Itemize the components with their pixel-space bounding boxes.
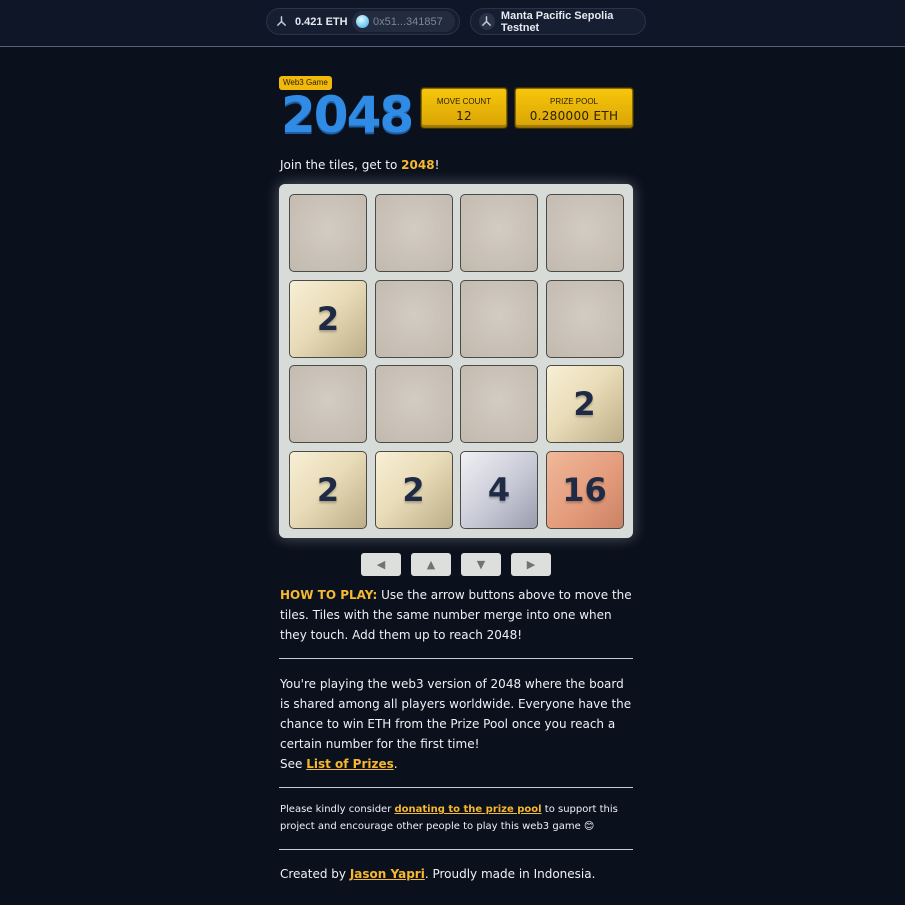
tile-empty bbox=[374, 279, 453, 358]
move-count-value: 12 bbox=[456, 109, 472, 123]
tile-2: 2 bbox=[289, 450, 367, 529]
footer-prefix: Created by bbox=[280, 867, 350, 881]
tile-2: 2 bbox=[374, 450, 453, 529]
tile-empty bbox=[545, 279, 624, 358]
tile-16: 16 bbox=[545, 450, 624, 529]
divider bbox=[279, 849, 633, 850]
donate-prefix: Please kindly consider bbox=[280, 804, 395, 815]
game-title: 2048 bbox=[281, 86, 414, 144]
about-end: . bbox=[393, 757, 398, 771]
author-link[interactable]: Jason Yapri bbox=[350, 867, 425, 881]
prize-pool-value: 0.280000 ETH bbox=[529, 109, 619, 123]
manta-network-icon bbox=[274, 13, 288, 30]
tile-2: 2 bbox=[289, 279, 367, 358]
footer: Created by Jason Yapri. Proudly made in … bbox=[280, 864, 636, 884]
tagline: Join the tiles, get to 2048! bbox=[280, 158, 439, 172]
game-board: 2 2 2 2 4 16 bbox=[279, 184, 633, 538]
tile-empty bbox=[289, 194, 367, 272]
tile-empty bbox=[374, 194, 453, 272]
network-name: Manta Pacific Sepolia Testnet bbox=[500, 9, 614, 34]
about-text: You're playing the web3 version of 2048 … bbox=[280, 674, 636, 774]
tagline-prefix: Join the tiles, get to bbox=[280, 158, 402, 172]
how-to-play-label: HOW TO PLAY: bbox=[280, 588, 378, 602]
account-address-button[interactable]: 0x51...341857 bbox=[352, 11, 455, 32]
balance: 0.421 ETH bbox=[267, 13, 348, 30]
tile-empty bbox=[374, 365, 453, 443]
account-address: 0x51...341857 bbox=[373, 15, 443, 28]
divider bbox=[279, 787, 633, 788]
tagline-target: 2048 bbox=[401, 158, 435, 172]
arrow-down-icon: ▼ bbox=[476, 558, 486, 571]
about-see: See bbox=[280, 757, 307, 771]
prize-pool-box: PRIZE POOL 0.280000 ETH bbox=[515, 88, 633, 128]
balance-text: 0.421 ETH bbox=[295, 15, 348, 28]
move-up-button[interactable]: ▲ bbox=[411, 553, 451, 576]
move-count-label: MOVE COUNT bbox=[436, 97, 492, 106]
how-to-play: HOW TO PLAY: Use the arrow buttons above… bbox=[280, 585, 636, 645]
smile-emoji-icon: 😊 bbox=[583, 821, 595, 832]
footer-suffix: . Proudly made in Indonesia. bbox=[424, 867, 596, 881]
wallet-pill[interactable]: 0.421 ETH 0x51...341857 bbox=[266, 8, 460, 35]
prize-pool-label: PRIZE POOL bbox=[549, 97, 598, 106]
tile-empty bbox=[460, 194, 538, 272]
tile-empty bbox=[460, 365, 538, 443]
move-left-button[interactable]: ◀ bbox=[361, 553, 401, 576]
donate-link[interactable]: donating to the prize pool bbox=[395, 804, 542, 815]
move-down-button[interactable]: ▼ bbox=[461, 553, 501, 576]
tile-2: 2 bbox=[545, 365, 624, 443]
donate-text: Please kindly consider donating to the p… bbox=[280, 801, 636, 835]
about-body: You're playing the web3 version of 2048 … bbox=[280, 677, 632, 751]
arrow-right-icon: ▶ bbox=[526, 558, 536, 571]
move-count-box: MOVE COUNT 12 bbox=[421, 88, 507, 128]
divider bbox=[279, 658, 633, 659]
tile-empty bbox=[545, 194, 624, 272]
tile-4: 4 bbox=[460, 450, 538, 529]
tile-empty bbox=[460, 279, 538, 358]
tile-empty bbox=[289, 365, 367, 443]
arrow-left-icon: ◀ bbox=[376, 558, 386, 571]
top-bar: 0.421 ETH 0x51...341857 Manta Pacific Se… bbox=[0, 0, 905, 47]
arrow-up-icon: ▲ bbox=[426, 558, 436, 571]
move-right-button[interactable]: ▶ bbox=[511, 553, 551, 576]
tagline-suffix: ! bbox=[434, 158, 440, 172]
network-selector-button[interactable]: Manta Pacific Sepolia Testnet bbox=[470, 8, 646, 35]
manta-network-icon bbox=[479, 13, 495, 30]
list-of-prizes-link[interactable]: List of Prizes bbox=[306, 757, 394, 771]
account-avatar bbox=[356, 15, 369, 28]
